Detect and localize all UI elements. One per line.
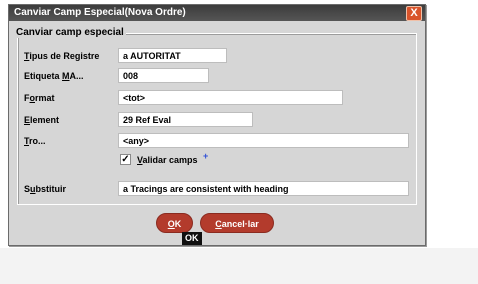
tipus-registre-label: Tipus de Registre: [24, 51, 100, 61]
element-field[interactable]: 29 Ref Eval: [118, 112, 253, 127]
tro-label: Tro...: [24, 136, 46, 146]
close-icon[interactable]: X: [406, 6, 422, 21]
title-bar[interactable]: Canviar Camp Especial(Nova Ordre) X: [9, 5, 425, 21]
group-legend: Canviar camp especial: [14, 27, 126, 38]
ok-tooltip: OK: [182, 232, 202, 245]
substituir-field[interactable]: a Tracings are consistent with heading: [118, 181, 409, 196]
element-label: Element: [24, 115, 60, 125]
validar-camps-checkbox[interactable]: ✓: [120, 154, 131, 165]
tipus-registre-field[interactable]: a AUTORITAT: [118, 48, 227, 63]
window-title: Canviar Camp Especial(Nova Ordre): [14, 7, 186, 18]
format-field[interactable]: <tot>: [118, 90, 343, 105]
etiqueta-field[interactable]: 008: [118, 68, 209, 83]
ok-button[interactable]: OK: [156, 213, 193, 233]
etiqueta-label: Etiqueta MA...: [24, 71, 84, 81]
substituir-label: Substituir: [24, 184, 67, 194]
desktop-background: [0, 248, 478, 284]
validar-camps-label[interactable]: Validar camps: [137, 155, 198, 165]
text-cursor-icon: +: [203, 151, 209, 161]
format-label: Format: [24, 93, 55, 103]
cancel-button[interactable]: Cancel·lar: [200, 213, 274, 233]
tro-field[interactable]: <any>: [118, 133, 409, 148]
